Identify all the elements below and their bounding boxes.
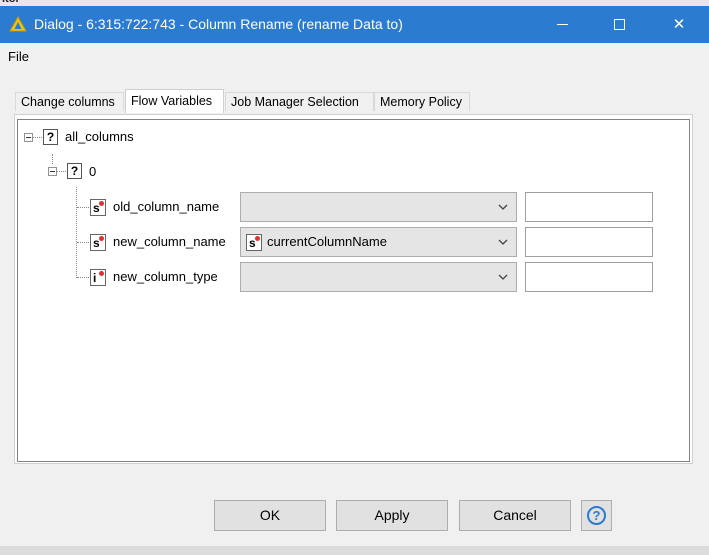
collapse-toggle-0[interactable] [48, 167, 57, 176]
tree-connector [33, 137, 42, 138]
close-button[interactable]: ✕ [656, 6, 702, 43]
knime-logo-icon [9, 16, 27, 32]
question-icon: ? [67, 163, 82, 179]
integer-variable-icon: i [90, 269, 106, 286]
maximize-button[interactable] [596, 6, 642, 43]
string-variable-icon: s [246, 234, 262, 251]
variable-select-new-column-type[interactable] [240, 262, 517, 292]
string-variable-icon: s [90, 234, 106, 251]
cancel-button[interactable]: Cancel [459, 500, 571, 531]
new-variable-field-new-column-name[interactable] [525, 227, 653, 257]
minimize-button[interactable] [540, 6, 586, 43]
background-window-strip [0, 546, 709, 555]
new-variable-field-new-column-type[interactable] [525, 262, 653, 292]
tree-connector [77, 277, 89, 278]
tree-node-0[interactable]: 0 [89, 164, 96, 179]
tree-connector [77, 207, 89, 208]
title-bar[interactable]: Dialog - 6:315:722:743 - Column Rename (… [0, 6, 709, 43]
tab-job-manager-selection[interactable]: Job Manager Selection [225, 92, 374, 111]
setting-label-old-column-name: old_column_name [113, 199, 220, 214]
tab-change-columns[interactable]: Change columns [15, 92, 124, 111]
close-icon: ✕ [672, 16, 686, 33]
tree-node-all-columns[interactable]: all_columns [65, 129, 134, 144]
new-variable-field-old-column-name[interactable] [525, 192, 653, 222]
collapse-toggle-all-columns[interactable] [24, 133, 33, 142]
tab-flow-variables[interactable]: Flow Variables [125, 89, 224, 113]
maximize-icon [614, 19, 625, 30]
setting-label-new-column-type: new_column_type [113, 269, 218, 284]
tree-connector [52, 154, 53, 164]
variable-select-old-column-name[interactable] [240, 192, 517, 222]
selected-variable: currentColumnName [267, 234, 387, 249]
background-window-text: ıtor [2, 0, 20, 5]
tree-connector [76, 187, 77, 278]
question-icon: ? [43, 129, 58, 145]
minimize-icon [557, 24, 568, 25]
tree-connector [57, 171, 66, 172]
tree-connector [77, 242, 89, 243]
tab-memory-policy[interactable]: Memory Policy [374, 92, 470, 111]
menu-file[interactable]: File [8, 49, 29, 64]
menu-bar: File [0, 43, 709, 69]
apply-button[interactable]: Apply [336, 500, 448, 531]
variable-select-new-column-name[interactable]: s currentColumnName [240, 227, 517, 257]
chevron-down-icon [498, 239, 508, 245]
string-variable-icon: s [90, 199, 106, 216]
setting-label-new-column-name: new_column_name [113, 234, 226, 249]
help-icon: ? [587, 506, 606, 525]
window-title: Dialog - 6:315:722:743 - Column Rename (… [34, 16, 403, 32]
ok-button[interactable]: OK [214, 500, 326, 531]
help-button[interactable]: ? [581, 500, 612, 531]
chevron-down-icon [498, 274, 508, 280]
chevron-down-icon [498, 204, 508, 210]
